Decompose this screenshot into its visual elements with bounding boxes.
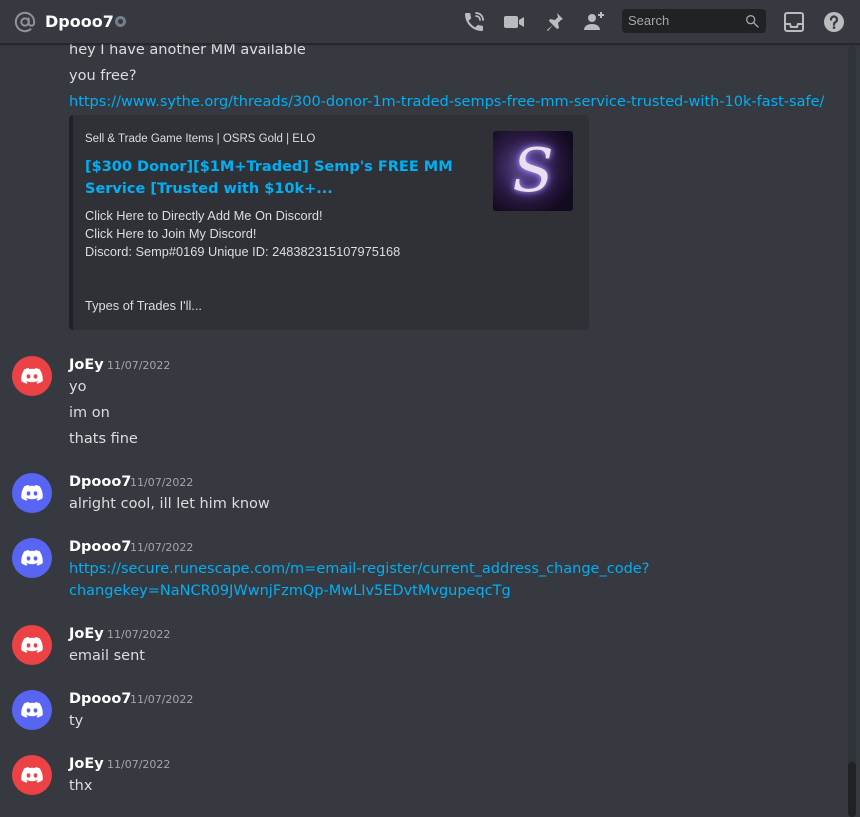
embed-thumbnail[interactable]: S <box>493 131 573 211</box>
add-friends-icon[interactable] <box>582 10 606 34</box>
timestamp: 11/07/2022 <box>130 476 194 489</box>
message-link[interactable]: changekey=NaNCR09JWwnjFzmQp-MwLIv5EDvtMv… <box>69 582 511 600</box>
channel-name: Dpooo7 <box>45 12 114 31</box>
embed-description: Click Here to Directly Add Me On Discord… <box>85 208 401 259</box>
inbox-icon[interactable] <box>782 10 806 34</box>
thumbnail-letter: S <box>512 136 554 206</box>
channel-header: Dpooo7 Search <box>0 0 860 44</box>
avatar[interactable] <box>12 356 52 396</box>
scrollbar-track[interactable] <box>848 46 856 817</box>
username[interactable]: Dpooo7 <box>69 690 131 708</box>
discord-logo-icon <box>21 368 43 384</box>
username[interactable]: JoEy <box>69 625 104 643</box>
search-icon <box>746 14 759 28</box>
at-icon <box>14 11 36 33</box>
avatar[interactable] <box>12 755 52 795</box>
link-embed: Sell & Trade Game Items | OSRS Gold | EL… <box>69 115 589 330</box>
avatar[interactable] <box>12 690 52 730</box>
message-text: thx <box>69 778 93 794</box>
embed-title[interactable]: [$300 Donor][$1M+Traded] Semp's FREE MM … <box>85 156 465 200</box>
start-voice-call-icon[interactable] <box>462 10 486 34</box>
avatar[interactable] <box>12 625 52 665</box>
avatar[interactable] <box>12 538 52 578</box>
help-icon[interactable] <box>822 10 846 34</box>
avatar[interactable] <box>12 473 52 513</box>
timestamp: 11/07/2022 <box>107 628 171 641</box>
message-text: you free? <box>69 68 137 84</box>
search-placeholder: Search <box>628 13 670 28</box>
search-input[interactable]: Search <box>622 9 766 33</box>
discord-logo-icon <box>21 767 43 783</box>
timestamp: 11/07/2022 <box>107 758 171 771</box>
embed-description-more: Types of Trades I'll... <box>85 298 202 313</box>
discord-logo-icon <box>21 637 43 653</box>
embed-provider[interactable]: Sell & Trade Game Items | OSRS Gold | EL… <box>85 132 315 146</box>
message-text: email sent <box>69 648 145 664</box>
discord-logo-icon <box>21 485 43 501</box>
username[interactable]: JoEy <box>69 356 104 374</box>
message-text: ty <box>69 713 84 729</box>
scrollbar-thumb[interactable] <box>848 762 856 817</box>
message-link[interactable]: https://secure.runescape.com/m=email-reg… <box>69 560 649 578</box>
username[interactable]: JoEy <box>69 755 104 773</box>
status-offline-icon <box>115 16 126 27</box>
message-text: thats fine <box>69 431 138 447</box>
discord-logo-icon <box>21 702 43 718</box>
message-link[interactable]: https://www.sythe.org/threads/300-donor-… <box>69 93 824 111</box>
username[interactable]: Dpooo7 <box>69 473 131 491</box>
timestamp: 11/07/2022 <box>130 541 194 554</box>
message-text: im on <box>69 405 110 421</box>
timestamp: 11/07/2022 <box>130 693 194 706</box>
timestamp: 11/07/2022 <box>107 359 171 372</box>
start-video-call-icon[interactable] <box>502 10 526 34</box>
discord-logo-icon <box>21 550 43 566</box>
message-text: yo <box>69 379 87 395</box>
pinned-messages-icon[interactable] <box>542 10 566 34</box>
message-text: alright cool, ill let him know <box>69 496 270 512</box>
username[interactable]: Dpooo7 <box>69 538 131 556</box>
